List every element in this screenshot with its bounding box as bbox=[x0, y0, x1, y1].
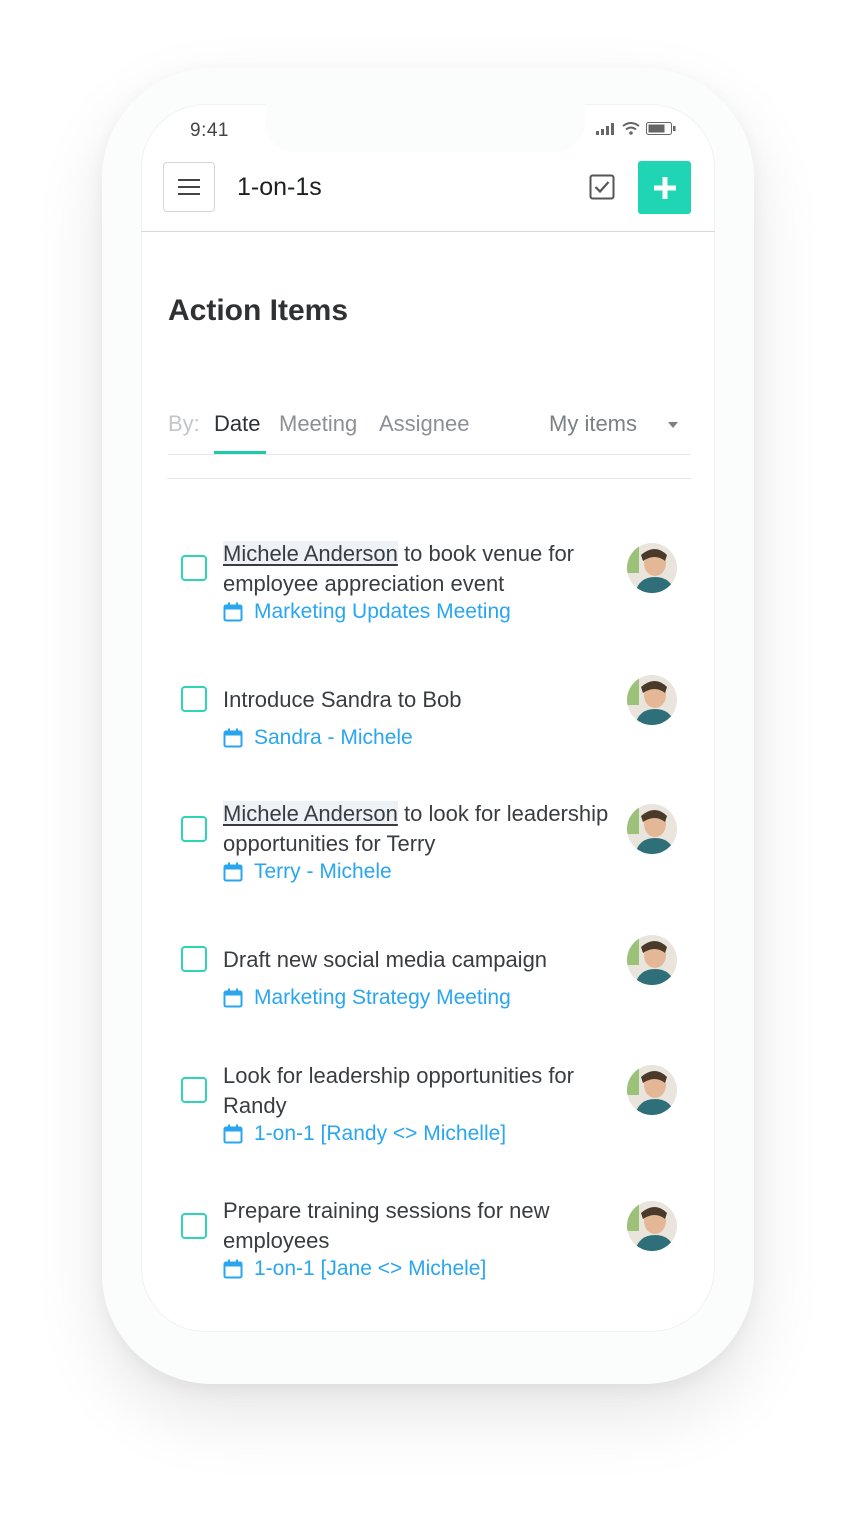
filter-bar: By: Date Meeting Assignee My items bbox=[168, 408, 690, 455]
meeting-link[interactable]: Sandra - Michele bbox=[223, 726, 413, 750]
phone-notch bbox=[265, 104, 585, 152]
checkbox-icon[interactable] bbox=[589, 174, 615, 200]
item-checkbox[interactable] bbox=[181, 1213, 207, 1239]
assignee-link[interactable]: Michele Anderson bbox=[223, 801, 398, 826]
item-text: Draft new social media campaign bbox=[223, 947, 548, 972]
item-checkbox[interactable] bbox=[181, 555, 207, 581]
meeting-name: Marketing Strategy Meeting bbox=[254, 986, 511, 1009]
phone-screen bbox=[141, 104, 715, 1332]
signal-icon bbox=[596, 122, 614, 135]
calendar-icon bbox=[223, 1124, 243, 1144]
header-title: 1-on-1s bbox=[237, 173, 322, 201]
menu-button[interactable] bbox=[163, 162, 215, 212]
item-text: Michele Anderson to book venue for emplo… bbox=[223, 541, 575, 596]
meeting-link[interactable]: Marketing Strategy Meeting bbox=[223, 986, 511, 1010]
avatar bbox=[627, 935, 677, 985]
meeting-name: Marketing Updates Meeting bbox=[254, 600, 511, 623]
item-text: Introduce Sandra to Bob bbox=[223, 687, 462, 712]
chevron-down-icon[interactable] bbox=[668, 422, 678, 428]
filter-by-label: By: bbox=[168, 411, 200, 436]
item-text: Look for leadership opportunities for Ra… bbox=[223, 1063, 574, 1118]
meeting-link[interactable]: 1-on-1 [Jane <> Michele] bbox=[223, 1257, 486, 1281]
item-checkbox[interactable] bbox=[181, 686, 207, 712]
calendar-icon bbox=[223, 728, 243, 748]
item-checkbox[interactable] bbox=[181, 1077, 207, 1103]
calendar-icon bbox=[223, 1259, 243, 1279]
meeting-name: Terry - Michele bbox=[254, 860, 392, 883]
item-checkbox[interactable] bbox=[181, 816, 207, 842]
avatar bbox=[627, 1201, 677, 1251]
avatar bbox=[627, 1065, 677, 1115]
divider bbox=[167, 478, 691, 479]
tab-date[interactable]: Date bbox=[214, 411, 260, 437]
item-text: Prepare training sessions for new employ… bbox=[223, 1198, 550, 1253]
avatar bbox=[627, 675, 677, 725]
avatar bbox=[627, 804, 677, 854]
meeting-link[interactable]: Marketing Updates Meeting bbox=[223, 600, 511, 624]
item-text: Michele Anderson to look for leadership … bbox=[223, 801, 609, 856]
add-button[interactable] bbox=[638, 161, 691, 214]
status-bar-icons bbox=[596, 122, 676, 135]
tab-assignee[interactable]: Assignee bbox=[379, 411, 470, 437]
meeting-name: 1-on-1 [Randy <> Michelle] bbox=[254, 1122, 507, 1145]
meeting-link[interactable]: 1-on-1 [Randy <> Michelle] bbox=[223, 1122, 506, 1146]
meeting-link[interactable]: Terry - Michele bbox=[223, 860, 392, 884]
meeting-name: 1-on-1 [Jane <> Michele] bbox=[254, 1257, 487, 1280]
calendar-icon bbox=[223, 602, 243, 622]
active-tab-indicator bbox=[214, 451, 266, 454]
item-checkbox[interactable] bbox=[181, 946, 207, 972]
avatar bbox=[627, 543, 677, 593]
app-header: 1-on-1s bbox=[141, 156, 715, 232]
battery-icon bbox=[646, 122, 676, 135]
wifi-icon bbox=[622, 122, 640, 135]
page-title: Action Items bbox=[168, 294, 349, 327]
assignee-link[interactable]: Michele Anderson bbox=[223, 541, 398, 566]
calendar-icon bbox=[223, 862, 243, 882]
menu-icon bbox=[178, 179, 200, 195]
scope-dropdown[interactable]: My items bbox=[549, 411, 637, 437]
tab-meeting[interactable]: Meeting bbox=[279, 411, 357, 437]
plus-icon bbox=[653, 176, 676, 199]
status-time: 9:41 bbox=[190, 120, 229, 141]
meeting-name: Sandra - Michele bbox=[254, 726, 413, 749]
calendar-icon bbox=[223, 988, 243, 1008]
